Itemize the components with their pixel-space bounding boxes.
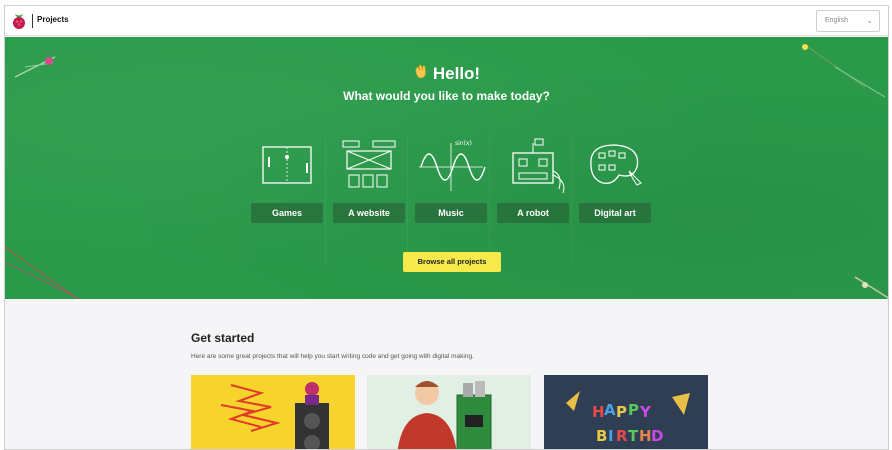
svg-text:B: B bbox=[596, 427, 607, 445]
header-divider bbox=[32, 14, 33, 28]
hero-greeting: Hello! bbox=[5, 63, 888, 84]
svg-text:A: A bbox=[604, 401, 616, 419]
brand-title[interactable]: Projects bbox=[37, 15, 69, 24]
svg-text:T: T bbox=[628, 427, 639, 445]
project-card-happy-birthday[interactable]: H A P P Y B I R T H D bbox=[544, 375, 708, 449]
category-games[interactable]: Games bbox=[247, 135, 327, 267]
rock-band-illustration-icon bbox=[220, 382, 329, 449]
top-navigation-bar: Projects English ⌄ bbox=[5, 6, 888, 36]
happy-birthday-illustration-icon: H A P P Y B I R T H D bbox=[566, 391, 690, 445]
project-card-maker[interactable] bbox=[367, 375, 531, 449]
hero-banner: Hello! What would you like to make today… bbox=[5, 37, 888, 299]
svg-text:D: D bbox=[651, 427, 663, 445]
robot-icon bbox=[512, 138, 565, 194]
project-card-rock-band[interactable] bbox=[191, 375, 355, 449]
category-robot[interactable]: A robot bbox=[489, 135, 573, 267]
category-robot-button[interactable]: A robot bbox=[497, 203, 569, 223]
category-digital-art-button[interactable]: Digital art bbox=[579, 203, 651, 223]
digital-art-icon bbox=[590, 144, 642, 186]
hero-question: What would you like to make today? bbox=[343, 89, 550, 103]
get-started-description: Here are some great projects that will h… bbox=[191, 353, 474, 360]
svg-text:P: P bbox=[628, 401, 639, 419]
category-separator bbox=[407, 135, 408, 267]
category-music-button[interactable]: Music bbox=[415, 203, 487, 223]
svg-text:sin(x): sin(x) bbox=[455, 140, 472, 147]
svg-text:H: H bbox=[639, 427, 652, 445]
games-icon bbox=[262, 146, 312, 184]
chevron-down-icon: ⌄ bbox=[866, 16, 873, 25]
hero-greeting-text: Hello! bbox=[432, 64, 481, 83]
category-music[interactable]: sin(x) Music bbox=[407, 135, 491, 267]
waving-hand-icon bbox=[413, 63, 429, 83]
website-icon bbox=[342, 140, 396, 188]
category-separator bbox=[571, 135, 572, 267]
category-digital-art[interactable]: Digital art bbox=[571, 135, 655, 267]
get-started-heading: Get started bbox=[191, 331, 255, 345]
svg-text:R: R bbox=[616, 427, 628, 445]
project-categories: Games A website sin(x) Music A robot Dig… bbox=[247, 135, 667, 267]
category-separator bbox=[325, 135, 326, 267]
svg-text:Y: Y bbox=[639, 403, 652, 421]
language-select-value: English bbox=[825, 17, 848, 24]
svg-text:I: I bbox=[608, 427, 614, 445]
category-website[interactable]: A website bbox=[325, 135, 409, 267]
music-icon: sin(x) bbox=[419, 140, 486, 191]
svg-text:H: H bbox=[592, 403, 605, 421]
language-select[interactable]: English ⌄ bbox=[816, 10, 880, 32]
category-games-button[interactable]: Games bbox=[251, 203, 323, 223]
browser-frame: Projects English ⌄ Hello! What would you bbox=[4, 5, 889, 450]
browse-all-projects-button[interactable]: Browse all projects bbox=[403, 252, 501, 272]
category-website-button[interactable]: A website bbox=[333, 203, 405, 223]
category-separator bbox=[489, 135, 490, 267]
raspberry-pi-logo-icon[interactable] bbox=[11, 12, 27, 30]
svg-text:P: P bbox=[616, 403, 627, 421]
maker-with-board-illustration-icon bbox=[397, 381, 492, 449]
